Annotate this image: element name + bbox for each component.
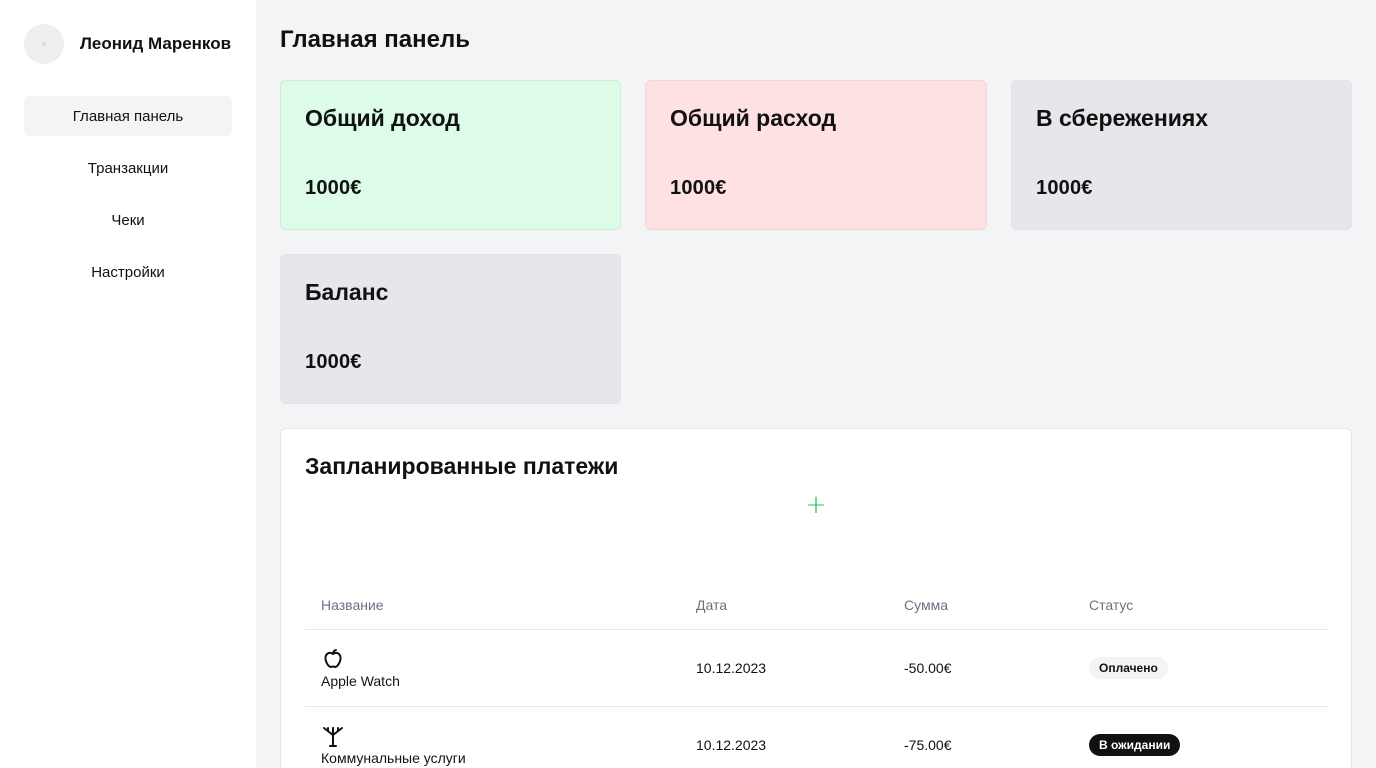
sidebar: Леонид Маренков Главная панель Транзакци… xyxy=(0,0,256,768)
column-header-amount[interactable]: Сумма xyxy=(888,581,1073,630)
scheduled-payments-panel: Запланированные платежи + Название Дата … xyxy=(280,428,1352,768)
income-card-title: Общий доход xyxy=(305,105,460,131)
sidebar-nav: Главная панель Транзакции Чеки Настройки xyxy=(24,96,232,292)
status-badge: В ожидании xyxy=(1089,733,1181,756)
cell-date: 10.12.2023 xyxy=(680,706,888,768)
payment-name: Apple Watch xyxy=(321,672,400,689)
user-profile[interactable]: Леонид Маренков xyxy=(24,24,232,64)
cell-status: Оплачено xyxy=(1073,629,1329,707)
utility-tower-icon xyxy=(323,726,343,747)
balance-card-title: Баланс xyxy=(305,279,389,305)
sidebar-item-settings[interactable]: Настройки xyxy=(24,252,232,292)
cell-date: 10.12.2023 xyxy=(680,629,888,707)
avatar-placeholder-icon xyxy=(42,42,46,46)
sidebar-item-dashboard[interactable]: Главная панель xyxy=(24,96,232,136)
avatar[interactable] xyxy=(24,24,64,64)
column-header-name[interactable]: Название xyxy=(305,581,680,630)
income-card-value: 1000€ xyxy=(305,177,362,199)
savings-card-title: В сбережениях xyxy=(1036,105,1209,131)
app-root: Леонид Маренков Главная панель Транзакци… xyxy=(0,0,1376,768)
scheduled-payments-title: Запланированные платежи xyxy=(305,453,619,479)
user-name: Леонид Маренков xyxy=(80,34,232,53)
column-header-date[interactable]: Дата xyxy=(680,581,888,630)
cell-name: Коммунальные услуги xyxy=(305,706,680,768)
summary-cards: Общий доход 1000€ Общий расход 1000€ В с… xyxy=(280,80,1352,404)
add-payment-button[interactable]: + xyxy=(802,491,830,519)
sidebar-item-transactions[interactable]: Транзакции xyxy=(24,148,232,188)
cell-name: Apple Watch xyxy=(305,629,680,707)
page-title: Главная панель xyxy=(280,26,470,53)
table-row[interactable]: Коммунальные услуги 10.12.2023 -75.00€ В… xyxy=(305,706,1329,768)
savings-card-value: 1000€ xyxy=(1036,177,1093,199)
payments-table: Название Дата Сумма Статус Apple Watch 1… xyxy=(305,581,1329,768)
balance-card: Баланс 1000€ xyxy=(280,254,621,404)
expense-card: Общий расход 1000€ xyxy=(645,80,987,230)
column-header-status[interactable]: Статус xyxy=(1073,581,1329,630)
cell-amount: -50.00€ xyxy=(888,629,1073,707)
status-badge: Оплачено xyxy=(1089,656,1168,679)
balance-card-value: 1000€ xyxy=(305,351,362,373)
table-row[interactable]: Apple Watch 10.12.2023 -50.00€ Оплачено xyxy=(305,629,1329,707)
main-content: Главная панель Общий доход 1000€ Общий р… xyxy=(256,0,1376,768)
payment-name: Коммунальные услуги xyxy=(321,749,466,766)
table-header-row: Название Дата Сумма Статус xyxy=(305,581,1329,630)
savings-card: В сбережениях 1000€ xyxy=(1011,80,1352,230)
expense-card-title: Общий расход xyxy=(670,105,837,131)
sidebar-item-receipts[interactable]: Чеки xyxy=(24,200,232,240)
cell-status: В ожидании xyxy=(1073,706,1329,768)
income-card: Общий доход 1000€ xyxy=(280,80,621,230)
cell-amount: -75.00€ xyxy=(888,706,1073,768)
expense-card-value: 1000€ xyxy=(670,177,727,199)
add-payment-row: + xyxy=(305,481,1327,529)
apple-icon xyxy=(324,648,342,668)
